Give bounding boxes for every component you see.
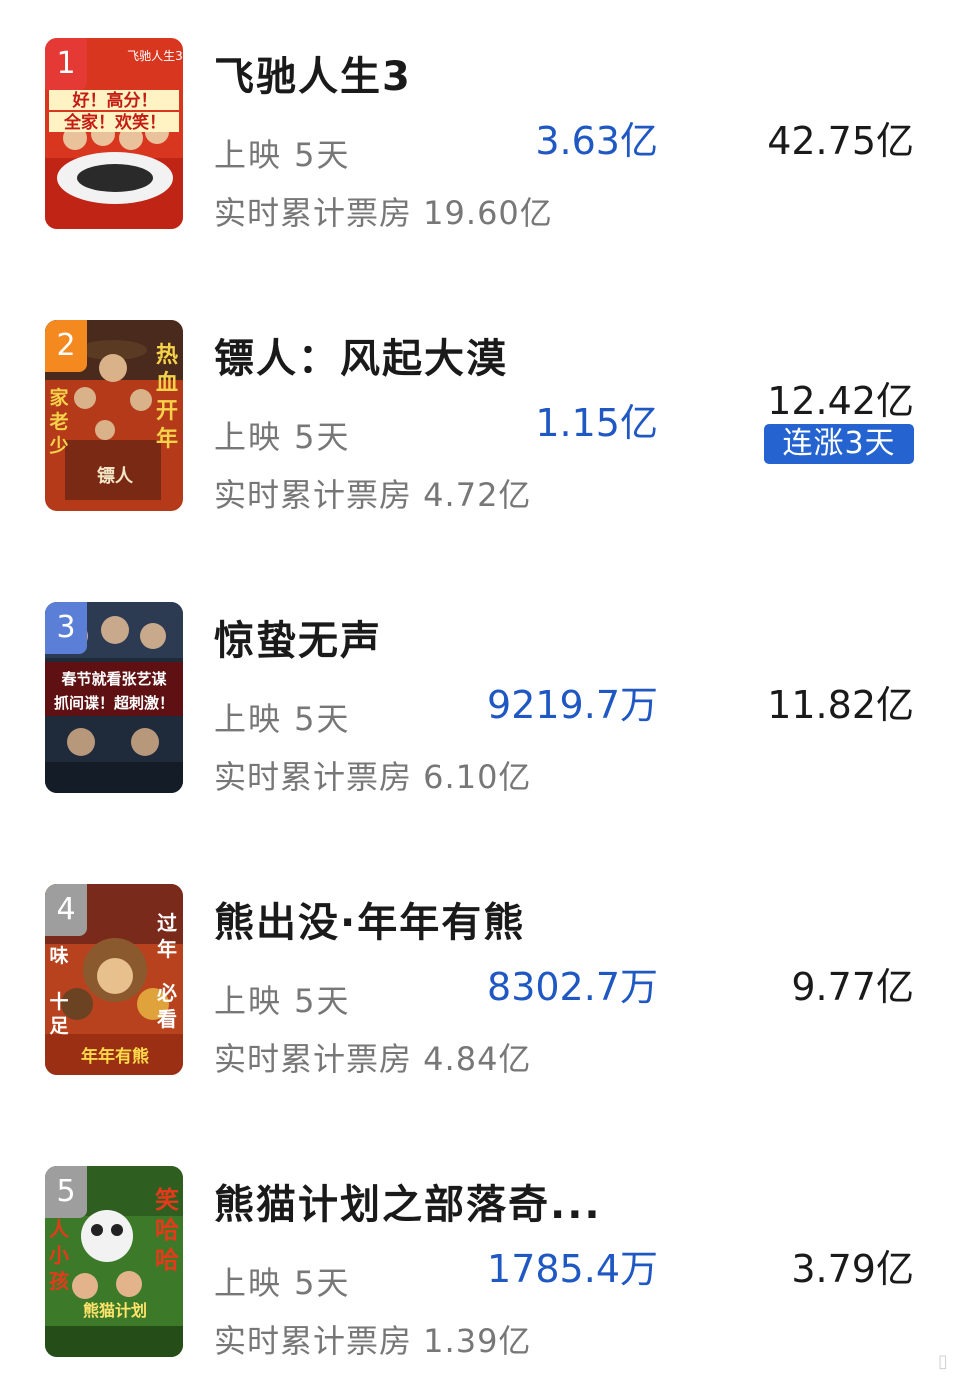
movie-title[interactable]: 镖人：风起大漠	[214, 326, 644, 384]
poster-char: 小	[49, 1243, 69, 1267]
release-days: 上映 5天	[214, 982, 351, 1020]
realtime-cumulative: 实时累计票房 19.60亿	[214, 194, 553, 232]
realtime-cumulative: 实时累计票房 6.10亿	[214, 758, 532, 796]
daily-box-office: 9219.7万	[487, 683, 658, 727]
watermark-icon: ▯	[938, 1351, 948, 1372]
poster-char: 少	[48, 435, 68, 457]
realtime-cumulative: 实时累计票房 4.72亿	[214, 476, 532, 514]
poster-logo: 镖人	[97, 465, 134, 487]
poster-char: 年	[157, 937, 177, 961]
movie-row[interactable]: 热 血 开 年 家 老 少 镖人 2 镖人：风起大漠 上映 5天 实时累计票房 …	[0, 282, 960, 514]
rank-badge: 2	[45, 320, 87, 372]
total-box-office: 12.42亿	[767, 379, 914, 423]
poster-char: 家	[49, 386, 69, 409]
poster-tagline-2: 全家！欢笑！	[63, 112, 166, 133]
release-days: 上映 5天	[214, 136, 351, 174]
release-days: 上映 5天	[214, 1264, 351, 1302]
total-box-office: 42.75亿	[767, 119, 914, 163]
rank-badge: 3	[45, 602, 87, 654]
poster-char: 笑	[155, 1186, 179, 1214]
poster-char: 孩	[49, 1269, 69, 1293]
release-days: 上映 5天	[214, 418, 351, 456]
movie-title[interactable]: 熊猫计划之部落奇...	[214, 1172, 644, 1230]
poster-char: 开	[156, 399, 178, 424]
poster-char: 人	[49, 1217, 70, 1241]
total-box-office: 11.82亿	[767, 683, 914, 727]
streak-badge: 连涨3天	[764, 424, 914, 464]
movie-row[interactable]: 过 年 必 看 味 十 足 年年有熊 4 熊出没·年年有熊 上映 5天 实时累计…	[0, 846, 960, 1078]
rank-badge: 4	[45, 884, 87, 936]
movie-row[interactable]: 好！高分！ 全家！欢笑！ 飞驰人生3 1 飞驰人生3 上映 5天 实时累计票房 …	[0, 0, 960, 232]
poster-tagline-1: 春节就看张艺谋	[61, 670, 167, 688]
daily-box-office: 8302.7万	[487, 965, 658, 1009]
daily-box-office: 1785.4万	[487, 1247, 658, 1291]
poster-char: 哈	[155, 1246, 179, 1274]
rank-badge: 1	[45, 38, 87, 90]
poster-logo: 年年有熊	[81, 1046, 149, 1067]
poster-char: 热	[156, 342, 178, 368]
poster-char: 足	[49, 1015, 69, 1037]
total-box-office: 9.77亿	[791, 965, 914, 1009]
poster-char: 看	[157, 1007, 177, 1031]
realtime-cumulative: 实时累计票房 4.84亿	[214, 1040, 532, 1078]
daily-box-office: 3.63亿	[535, 119, 658, 163]
poster-logo: 熊猫计划	[83, 1301, 147, 1320]
total-box-office: 3.79亿	[791, 1247, 914, 1291]
poster-char: 老	[49, 410, 68, 433]
poster-char: 十	[49, 990, 68, 1013]
rank-badge: 5	[45, 1166, 87, 1218]
movie-title[interactable]: 飞驰人生3	[214, 44, 644, 102]
movie-title[interactable]: 熊出没·年年有熊	[214, 890, 644, 948]
poster-char: 哈	[155, 1216, 179, 1244]
poster-char: 年	[156, 426, 178, 452]
movie-row[interactable]: 春节就看张艺谋 抓间谍！超刺激！ 3 惊蛰无声 上映 5天 实时累计票房 6.1…	[0, 564, 960, 796]
poster-corner-logo: 飞驰人生3	[127, 49, 183, 63]
poster-char: 过	[157, 911, 177, 935]
poster-char: 血	[156, 370, 178, 396]
poster-char: 味	[49, 945, 68, 967]
realtime-cumulative: 实时累计票房 1.39亿	[214, 1322, 532, 1360]
movie-title[interactable]: 惊蛰无声	[214, 608, 644, 666]
movie-row[interactable]: 笑 哈 哈 人 小 孩 熊猫计划 5 熊猫计划之部落奇... 上映 5天 实时累…	[0, 1128, 960, 1360]
box-office-list: 好！高分！ 全家！欢笑！ 飞驰人生3 1 飞驰人生3 上映 5天 实时累计票房 …	[0, 0, 960, 1389]
poster-char: 必	[156, 981, 177, 1005]
release-days: 上映 5天	[214, 700, 351, 738]
daily-box-office: 1.15亿	[535, 401, 658, 445]
poster-tagline-1: 好！高分！	[72, 90, 158, 111]
poster-tagline-2: 抓间谍！超刺激！	[54, 694, 174, 712]
